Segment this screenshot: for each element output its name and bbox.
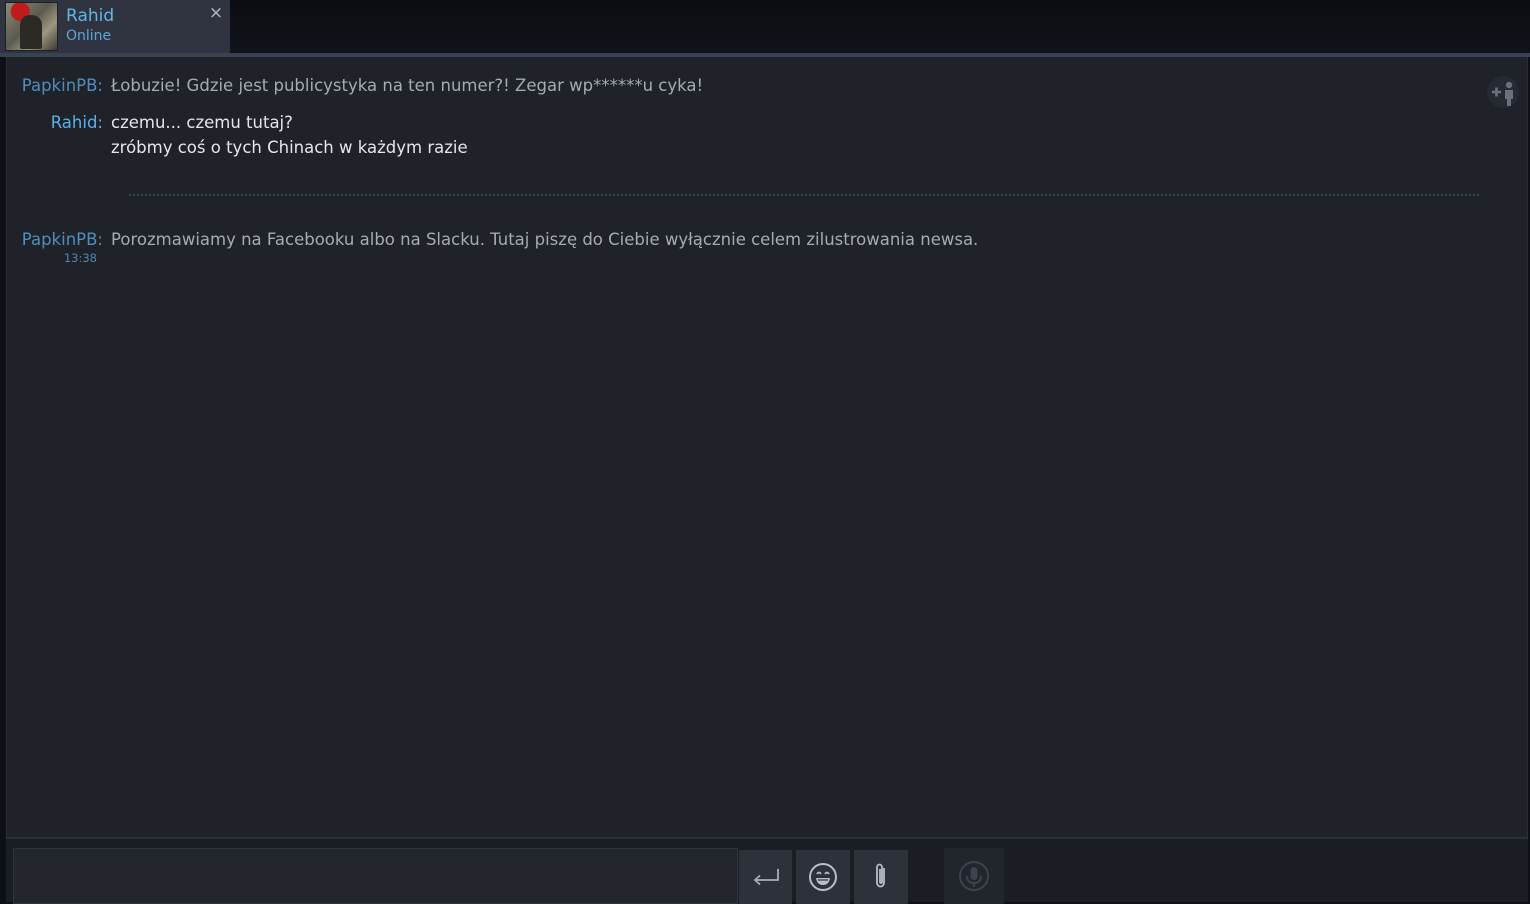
message-timestamp: 13:38: [63, 251, 97, 265]
message-sender[interactable]: PapkinPB:: [7, 76, 103, 95]
message-sender[interactable]: PapkinPB:: [7, 230, 103, 249]
smiley-icon: [809, 863, 837, 891]
voice-chat-button[interactable]: [944, 848, 1004, 904]
message-text: zróbmy coś o tych Chinach w każdym razie: [111, 138, 468, 157]
time-divider: [129, 194, 1479, 196]
message-composer: [6, 837, 1528, 904]
tab-friend-name: Rahid: [66, 6, 115, 26]
attach-button[interactable]: [854, 850, 908, 904]
enter-icon: [753, 869, 779, 886]
tab-friend-status: Online: [66, 28, 112, 44]
message-text: czemu... czemu tutaj?: [111, 113, 293, 132]
message-input[interactable]: [13, 848, 738, 904]
avatar: [5, 2, 58, 51]
message-sender[interactable]: Rahid:: [7, 113, 103, 132]
paperclip-icon: [876, 863, 885, 888]
chat-history[interactable]: PapkinPB: Łobuzie! Gdzie jest publicysty…: [6, 57, 1528, 837]
send-button[interactable]: [739, 850, 792, 904]
message-text: Porozmawiamy na Facebooku albo na Slacku…: [111, 230, 979, 249]
avatar-figure: [20, 15, 42, 49]
emoji-button[interactable]: [796, 850, 850, 904]
close-icon[interactable]: ×: [207, 4, 225, 22]
message-text: Łobuzie! Gdzie jest publicystyka na ten …: [111, 76, 704, 95]
chat-tab-rahid[interactable]: Rahid Online ×: [0, 0, 230, 53]
chat-tab-bar: Rahid Online ×: [0, 0, 1530, 53]
add-friend-icon[interactable]: [1487, 76, 1519, 108]
microphone-icon: [959, 861, 989, 891]
